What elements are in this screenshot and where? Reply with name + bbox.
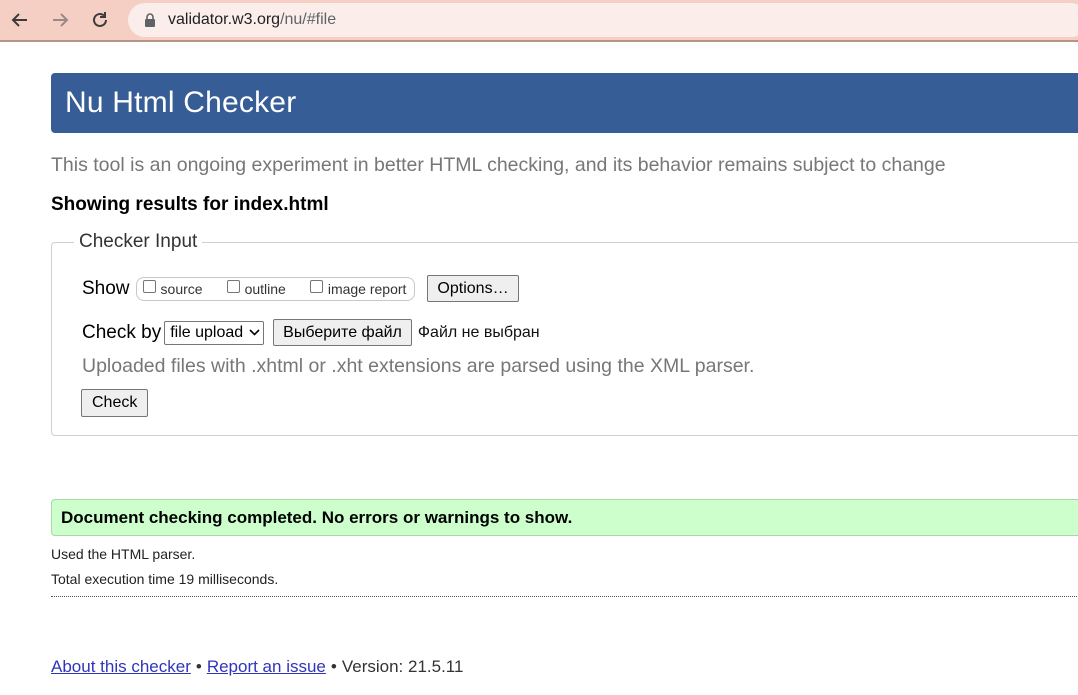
url-path: /nu/#file [280,11,337,28]
outline-checkbox[interactable] [226,280,240,293]
source-label: source [160,280,203,297]
footer-separator: • [195,657,202,676]
results-heading: Showing results for index.html [51,194,329,215]
arrow-right-icon [53,13,69,27]
url-text: validator.w3.org/nu/#file [168,11,336,29]
image-report-checkbox[interactable] [309,280,323,293]
browser-toolbar: validator.w3.org/nu/#file [0,0,1078,42]
reload-icon [93,12,107,27]
image-report-label: image report [327,280,407,297]
url-host: validator.w3.org [168,11,281,28]
footer: About this checker • Report an issue • Versi… [51,657,463,677]
divider [51,596,1078,597]
arrow-left-icon [11,13,27,27]
forward-button[interactable] [46,6,74,34]
xml-parser-note: Uploaded files with .xhtml or .xht exten… [82,355,755,377]
back-button[interactable] [6,6,34,34]
source-checkbox[interactable] [142,280,156,293]
check-by-select[interactable]: file upload [164,320,265,345]
show-image-report-option[interactable]: image report [309,280,407,297]
about-checker-link[interactable]: About this checker [51,657,191,676]
check-by-label: Check by [82,321,162,343]
show-outline-option[interactable]: outline [226,280,286,297]
reload-button[interactable] [86,6,114,34]
choose-file-button[interactable]: Выберите файл [273,319,412,346]
fieldset-legend: Checker Input [74,231,203,253]
options-button[interactable]: Options… [427,275,519,302]
execution-time: Total execution time 19 milliseconds. [51,571,279,587]
report-issue-link[interactable]: Report an issue [207,657,326,676]
file-status: Файл не выбран [417,323,540,341]
check-by-selected-value: file upload [170,323,244,341]
footer-separator: • [330,657,337,676]
parser-note: Used the HTML parser. [51,546,196,562]
address-bar[interactable]: validator.w3.org/nu/#file [128,3,1078,37]
show-label: Show [82,277,130,299]
checker-input-fieldset: Checker Input Show source outline image … [51,231,1078,436]
page-title: Nu Html Checker [65,86,297,119]
show-row: Show source outline image report Options… [82,275,519,302]
check-by-row: Check by file upload Выберите файл Файл … [82,319,540,346]
version-text: Version: 21.5.11 [341,657,464,676]
chevron-down-icon [249,329,260,336]
check-button[interactable]: Check [81,389,149,417]
show-source-option[interactable]: source [142,280,203,297]
show-options-group: source outline image report [135,276,416,301]
outline-label: outline [244,280,286,297]
lock-icon [144,13,156,27]
page-header: Nu Html Checker [51,73,1078,133]
subtitle: This tool is an ongoing experiment in be… [51,154,946,176]
success-message: Document checking completed. No errors o… [51,499,1078,536]
